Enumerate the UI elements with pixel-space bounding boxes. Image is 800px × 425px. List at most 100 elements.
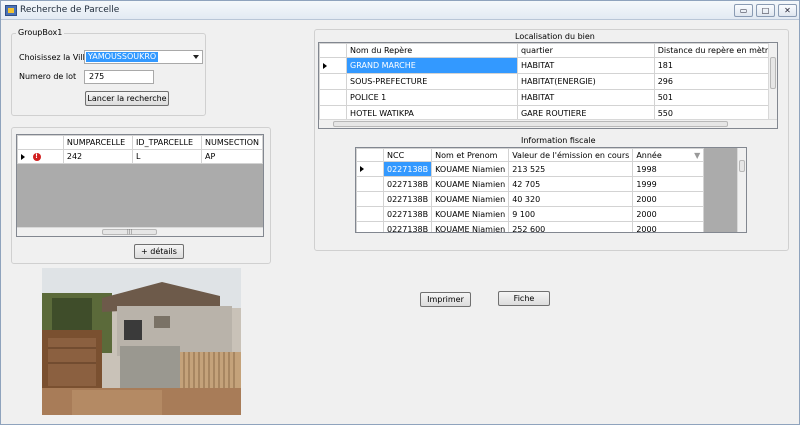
row-header[interactable] [356, 206, 384, 222]
table-row[interactable]: POLICE 1 HABITAT 501 [319, 89, 777, 106]
table-cell[interactable]: 213 525 [508, 161, 634, 177]
parcel-grid-hscroll[interactable]: ||| [17, 227, 263, 236]
table-cell[interactable]: 1998 [632, 161, 705, 177]
column-header[interactable]: Nom du Repère [346, 43, 518, 58]
location-grid-hscroll[interactable] [319, 119, 777, 128]
column-header[interactable]: Nom et Prenom [431, 148, 510, 162]
table-cell-selected[interactable]: GRAND MARCHE [346, 57, 518, 74]
table-cell[interactable]: KOUAME Niamien [431, 176, 510, 192]
city-select-value: YAMOUSSOUKRO [86, 52, 159, 62]
table-cell[interactable]: KOUAME Niamien [431, 206, 510, 222]
table-cell[interactable]: 242 [62, 149, 134, 164]
close-button[interactable]: ✕ [778, 4, 797, 17]
table-cell[interactable]: 2000 [632, 221, 705, 232]
parcel-photo [42, 268, 241, 415]
table-row[interactable]: 0227138B KOUAME Niamien 213 525 1998 [356, 161, 705, 177]
app-icon [5, 5, 17, 16]
table-row[interactable]: 0227138B KOUAME Niamien 42 705 1999 [356, 176, 705, 192]
column-header[interactable]: Année ▼ [632, 148, 705, 162]
table-cell[interactable]: KOUAME Niamien [431, 221, 510, 232]
fiscal-grid[interactable]: NCC Nom et Prenom Valeur de l'émission e… [355, 147, 747, 233]
table-cell[interactable]: 40 320 [508, 191, 634, 207]
maximize-button[interactable]: □ [756, 4, 775, 17]
column-header[interactable]: quartier [516, 43, 655, 58]
table-cell[interactable]: 181 [653, 57, 777, 74]
scrollbar-thumb[interactable] [333, 121, 728, 127]
table-cell[interactable]: 2000 [632, 191, 705, 207]
year-header-label: Année [636, 150, 662, 160]
table-cell[interactable]: HABITAT [516, 89, 655, 106]
table-row[interactable]: GRAND MARCHE HABITAT 181 [319, 57, 777, 74]
row-header[interactable] [356, 161, 384, 177]
current-row-icon [323, 62, 327, 69]
details-button[interactable]: + détails [134, 244, 184, 259]
row-header[interactable] [319, 73, 348, 90]
table-cell[interactable]: 2000 [632, 206, 705, 222]
window-title: Recherche de Parcelle [20, 5, 120, 15]
table-cell[interactable]: KOUAME Niamien [431, 161, 510, 177]
city-label: Choisissez la Ville [19, 53, 90, 62]
location-grid-header: Nom du Repère quartier Distance du repèr… [319, 43, 777, 58]
current-row-icon [21, 153, 25, 160]
location-grid-vscroll[interactable] [768, 43, 777, 119]
table-cell[interactable]: 0227138B [382, 221, 433, 232]
table-cell[interactable]: KOUAME Niamien [431, 191, 510, 207]
column-header[interactable]: NCC [382, 148, 433, 162]
row-header[interactable] [356, 176, 384, 192]
table-cell[interactable]: 501 [653, 89, 777, 106]
column-header[interactable]: ID_TPARCELLE [132, 135, 202, 150]
table-cell[interactable]: AP [200, 149, 263, 164]
lot-label: Numero de lot [19, 72, 77, 81]
scrollbar-thumb[interactable]: ||| [102, 229, 157, 235]
table-cell[interactable]: 42 705 [508, 176, 634, 192]
table-cell[interactable]: HABITAT [516, 57, 655, 74]
table-cell[interactable]: POLICE 1 [346, 89, 518, 106]
lot-input[interactable]: 275 [84, 70, 154, 84]
table-row[interactable]: ! 242 L AP [17, 149, 263, 164]
column-header[interactable]: Valeur de l'émission en cours [508, 148, 634, 162]
fiscal-label: Information fiscale [521, 136, 596, 145]
column-header[interactable]: NUMPARCELLE [62, 135, 134, 150]
location-grid[interactable]: Nom du Repère quartier Distance du repèr… [318, 42, 778, 129]
table-row[interactable]: 0227138B KOUAME Niamien 9 100 2000 [356, 206, 705, 222]
table-cell[interactable]: SOUS-PREFECTURE [346, 73, 518, 90]
city-select[interactable]: YAMOUSSOUKRO [84, 50, 203, 64]
scrollbar-thumb[interactable] [739, 160, 745, 172]
table-cell[interactable]: L [132, 149, 202, 164]
table-row[interactable]: 0227138B KOUAME Niamien 252 600 2000 [356, 221, 705, 232]
column-header[interactable]: Distance du repère en mètre [653, 43, 777, 58]
minimize-button[interactable]: ▭ [734, 4, 753, 17]
table-cell[interactable]: 0227138B [382, 176, 433, 192]
table-row[interactable]: 0227138B KOUAME Niamien 40 320 2000 [356, 191, 705, 207]
row-header[interactable] [356, 221, 384, 232]
current-row-icon [360, 166, 364, 172]
table-row[interactable]: SOUS-PREFECTURE HABITAT(ENERGIE) 296 [319, 73, 777, 90]
main-window: Recherche de Parcelle ▭ □ ✕ GroupBox1 Ch… [0, 0, 800, 425]
scrollbar-thumb[interactable] [770, 57, 776, 89]
location-label: Localisation du bien [515, 32, 595, 41]
row-header[interactable] [319, 57, 348, 74]
table-cell-selected[interactable]: 0227138B [382, 161, 433, 177]
sheet-button[interactable]: Fiche [498, 291, 550, 306]
table-cell[interactable]: 252 600 [508, 221, 634, 232]
error-icon: ! [32, 152, 41, 161]
row-header[interactable] [356, 191, 384, 207]
fiscal-grid-vscroll[interactable] [737, 148, 746, 232]
row-header[interactable] [319, 89, 348, 106]
table-cell[interactable]: HABITAT(ENERGIE) [516, 73, 655, 90]
table-cell[interactable]: 0227138B [382, 206, 433, 222]
search-group-label: GroupBox1 [16, 28, 65, 37]
row-header[interactable]: ! [17, 149, 64, 164]
print-button[interactable]: Imprimer [420, 292, 471, 307]
parcel-grid[interactable]: NUMPARCELLE ID_TPARCELLE NUMSECTION ! 24… [16, 134, 264, 237]
parcel-grid-header: NUMPARCELLE ID_TPARCELLE NUMSECTION [17, 135, 263, 150]
search-button[interactable]: Lancer la recherche [85, 91, 169, 106]
column-header[interactable]: NUMSECTION [200, 135, 263, 150]
chevron-down-icon[interactable] [193, 55, 199, 59]
table-cell[interactable]: 296 [653, 73, 777, 90]
table-cell[interactable]: 9 100 [508, 206, 634, 222]
table-cell[interactable]: 1999 [632, 176, 705, 192]
parcel-photo-image [42, 268, 241, 415]
row-header-corner [17, 135, 64, 150]
table-cell[interactable]: 0227138B [382, 191, 433, 207]
